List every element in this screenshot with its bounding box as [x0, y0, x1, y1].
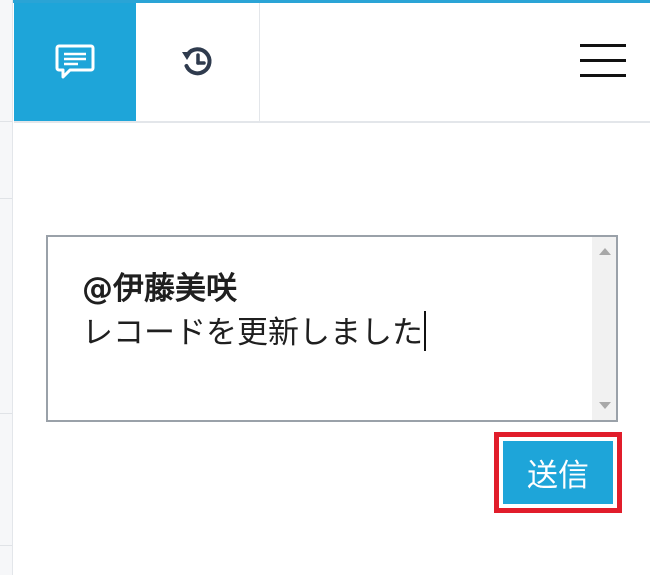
left-panel-edge — [0, 0, 13, 575]
textarea-scrollbar[interactable] — [592, 237, 616, 420]
text-caret — [424, 311, 426, 351]
strip-divider — [0, 198, 12, 199]
tab-comments[interactable] — [14, 3, 136, 121]
strip-divider — [0, 121, 12, 122]
comment-body-text: レコードを更新しました — [82, 315, 423, 351]
menu-button[interactable] — [578, 38, 628, 82]
scroll-down-arrow-icon[interactable] — [599, 402, 611, 409]
comment-content[interactable]: @伊藤美咲 レコードを更新しました — [82, 267, 576, 355]
comment-icon — [55, 44, 95, 79]
comment-body-line: レコードを更新しました — [82, 311, 576, 355]
comment-input[interactable]: @伊藤美咲 レコードを更新しました — [46, 235, 618, 422]
hamburger-menu-icon — [580, 44, 626, 77]
tab-history[interactable] — [136, 3, 260, 121]
send-button-highlight: 送信 — [494, 432, 622, 513]
mention-tag: @伊藤美咲 — [82, 271, 237, 307]
strip-divider — [0, 545, 12, 546]
scroll-up-arrow-icon[interactable] — [599, 248, 611, 255]
sidebar-header — [14, 3, 650, 123]
send-button[interactable]: 送信 — [503, 441, 613, 504]
strip-divider — [0, 413, 12, 414]
history-icon — [181, 47, 211, 76]
